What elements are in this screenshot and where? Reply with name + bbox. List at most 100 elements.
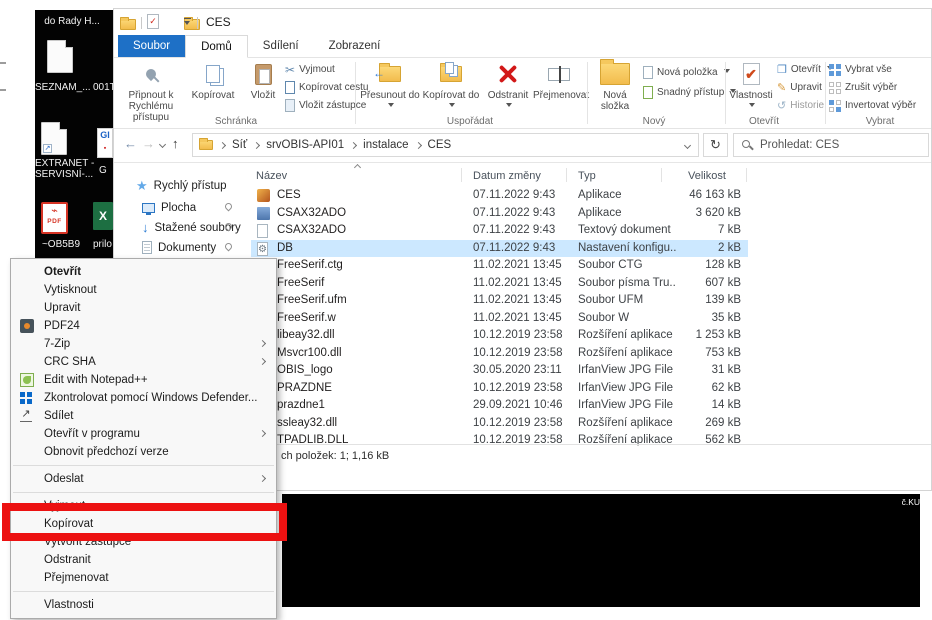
- file-row[interactable]: prazdne1 29.09.2021 10:46 IrfanView JPG Fi…: [251, 397, 748, 415]
- tab-soubor[interactable]: Soubor: [118, 35, 186, 57]
- tab-zobrazeni[interactable]: Zobrazení: [314, 35, 396, 57]
- desktop-icon-001te[interactable]: 001TE: [93, 82, 113, 93]
- file-row[interactable]: ⚙ssleay32.dll10.12.2019 23:58Rozšíření a…: [251, 415, 748, 433]
- desktop-icon-extranet-line2[interactable]: SERVISNÍ-...: [35, 169, 93, 180]
- excel-file-icon[interactable]: X: [93, 202, 113, 230]
- context-menu-item[interactable]: Odeslat: [11, 470, 276, 488]
- file-row[interactable]: ⚙Msvcr100.dll10.12.2019 23:58Rozšíření a…: [251, 345, 748, 363]
- crumb-ces[interactable]: CES: [428, 139, 452, 151]
- document-icon[interactable]: [47, 40, 73, 73]
- desktop-icon-seznam[interactable]: SEZNAM_...: [35, 82, 91, 93]
- menu-item-label: 7-Zip: [44, 338, 71, 350]
- invert-selection-button[interactable]: Invertovat výběr: [829, 97, 916, 114]
- properties-button[interactable]: ✔ Vlastnosti: [728, 60, 774, 122]
- file-name: DB: [277, 241, 293, 254]
- column-header-typ[interactable]: Typ: [578, 170, 596, 182]
- context-menu-item[interactable]: CRC SHA: [11, 353, 276, 371]
- file-row[interactable]: FreeSerif.ufm 11.02.2021 13:45 Soubor UFM 1…: [251, 292, 748, 310]
- crumb-instalace[interactable]: instalace: [363, 139, 408, 151]
- copy-icon: [206, 65, 220, 83]
- rename-button[interactable]: Přejmenovat: [533, 60, 589, 122]
- copy-button[interactable]: Kopírovat: [185, 60, 241, 122]
- tab-domu[interactable]: Domů: [185, 35, 248, 58]
- easy-access-button[interactable]: Snadný přístup: [643, 84, 737, 101]
- file-row[interactable]: ⚙ DB 07.11.2022 9:43 Nastavení konfigu... 2 …: [251, 239, 748, 257]
- file-row[interactable]: CES 07.11.2022 9:43 Aplikace 46 163 kB: [251, 187, 748, 205]
- recent-locations-chevron-icon[interactable]: [158, 140, 167, 149]
- file-row[interactable]: FreeSerif.ctg 11.02.2021 13:45 Soubor CTG 1…: [251, 257, 748, 275]
- tab-sdileni[interactable]: Sdílení: [248, 35, 314, 57]
- context-menu-item[interactable]: Otevřít: [11, 263, 276, 281]
- desktop-icon-do-rady[interactable]: do Rady H...: [35, 16, 109, 27]
- file-date: 30.05.2020 23:11: [473, 364, 562, 376]
- crumb-server[interactable]: srvOBIS-API01: [266, 139, 344, 151]
- desktop-icon-ob5b9[interactable]: ~OB5B9: [35, 239, 87, 250]
- delete-button[interactable]: Odstranit: [485, 60, 531, 122]
- file-row[interactable]: ⚙libeay32.dll10.12.2019 23:58Rozšíření a…: [251, 327, 748, 345]
- file-row[interactable]: OBIS_logo 30.05.2020 23:11 IrfanView JPG F…: [251, 362, 748, 380]
- file-size: 46 163 kB: [689, 189, 741, 201]
- file-row[interactable]: FreeSerif.w 11.02.2021 13:45 Soubor W 35 kB: [251, 310, 748, 328]
- sidebar-item-plocha[interactable]: Plocha: [142, 199, 196, 216]
- breadcrumb[interactable]: Síť srvOBIS-API01 instalace CES: [192, 133, 699, 157]
- file-row[interactable]: PRAZDNE 10.12.2019 23:58 IrfanView JPG Fil…: [251, 380, 748, 398]
- context-menu-item[interactable]: Vytisknout: [11, 281, 276, 299]
- context-menu-item[interactable]: Otevřít v programu: [11, 425, 276, 443]
- paste-button[interactable]: Vložit: [243, 60, 283, 122]
- properties-quick-icon[interactable]: ✓: [147, 14, 159, 29]
- sidebar-item-dokumenty[interactable]: Dokumenty: [142, 239, 216, 256]
- pdf-file-icon[interactable]: ⌁ PDF: [41, 202, 68, 234]
- search-box[interactable]: Prohledat: CES: [733, 133, 929, 157]
- context-menu-item[interactable]: 7-Zip: [11, 335, 276, 353]
- forward-button[interactable]: →: [142, 136, 155, 151]
- column-divider[interactable]: [461, 168, 462, 182]
- column-divider[interactable]: [746, 168, 747, 182]
- edit-button[interactable]: ✎ Upravit: [777, 79, 822, 96]
- gi-app-icon[interactable]: GI ▪: [97, 128, 113, 158]
- new-folder-button[interactable]: Nová složka: [591, 59, 639, 122]
- file-date: 11.02.2021 13:45: [473, 276, 562, 289]
- select-all-icon: [829, 63, 841, 76]
- copy-to-button[interactable]: Kopírovat do: [421, 60, 481, 122]
- select-none-button[interactable]: Zrušit výběr: [829, 79, 897, 96]
- customize-toolbar-chevron-icon[interactable]: [183, 18, 192, 26]
- move-to-button[interactable]: ← Přesunout do: [359, 60, 421, 122]
- up-button[interactable]: ↑: [172, 136, 179, 151]
- column-divider[interactable]: [661, 168, 662, 182]
- back-button[interactable]: ←: [124, 136, 137, 151]
- window-title: CES: [206, 15, 231, 29]
- file-date: 10.12.2019 23:58: [473, 416, 563, 429]
- redacted-black-panel: č.KU: [282, 494, 920, 607]
- history-button[interactable]: ↺ Historie: [777, 97, 824, 114]
- column-header-nazev[interactable]: Název: [256, 170, 287, 182]
- context-menu-item[interactable]: Odstranit: [11, 551, 276, 569]
- refresh-button[interactable]: ↻: [703, 133, 728, 157]
- select-all-button[interactable]: Vybrat vše: [829, 61, 892, 78]
- file-size: 269 kB: [705, 416, 741, 429]
- context-menu-item[interactable]: ↗ Sdílet: [11, 407, 276, 425]
- pin-quick-access-button[interactable]: Připnout k Rychlému přístupu: [119, 60, 183, 123]
- file-row[interactable]: FreeSerif 11.02.2021 13:45 Soubor písma Tr…: [251, 275, 748, 293]
- file-date: 07.11.2022 9:43: [473, 206, 556, 219]
- shortcut-document-icon[interactable]: ↗: [41, 122, 67, 155]
- file-row[interactable]: CSAX32ADO 07.11.2022 9:43 Aplikace 3 620 kB: [251, 205, 748, 223]
- context-menu-item[interactable]: Upravit: [11, 299, 276, 317]
- context-menu-item[interactable]: Edit with Notepad++: [11, 371, 276, 389]
- file-row[interactable]: CSAX32ADO 07.11.2022 9:43 Textový dokument…: [251, 222, 748, 240]
- crumb-sit[interactable]: Síť: [232, 139, 247, 151]
- column-header-datum[interactable]: Datum změny: [473, 170, 541, 182]
- new-item-button[interactable]: Nová položka: [643, 64, 730, 81]
- context-menu-item[interactable]: Přejmenovat: [11, 569, 276, 587]
- desktop-icon-g[interactable]: G: [99, 165, 107, 176]
- context-menu-item[interactable]: Zkontrolovat pomocí Windows Defender...: [11, 389, 276, 407]
- context-menu-item[interactable]: Vlastnosti: [11, 596, 276, 614]
- desktop-icon-prilo[interactable]: prilo: [93, 239, 112, 250]
- context-menu-item[interactable]: Obnovit předchozí verze: [11, 443, 276, 461]
- cut-button[interactable]: ✂ Vyjmout: [285, 61, 335, 78]
- column-divider[interactable]: [566, 168, 567, 182]
- address-dropdown-chevron-icon[interactable]: [683, 141, 692, 149]
- desktop-icon-extranet-line1[interactable]: EXTRANET -: [35, 158, 94, 169]
- context-menu-item[interactable]: PDF24: [11, 317, 276, 335]
- column-header-velikost[interactable]: Velikost: [688, 170, 726, 182]
- sidebar-item-quick-access[interactable]: ★ Rychlý přístup: [136, 177, 227, 194]
